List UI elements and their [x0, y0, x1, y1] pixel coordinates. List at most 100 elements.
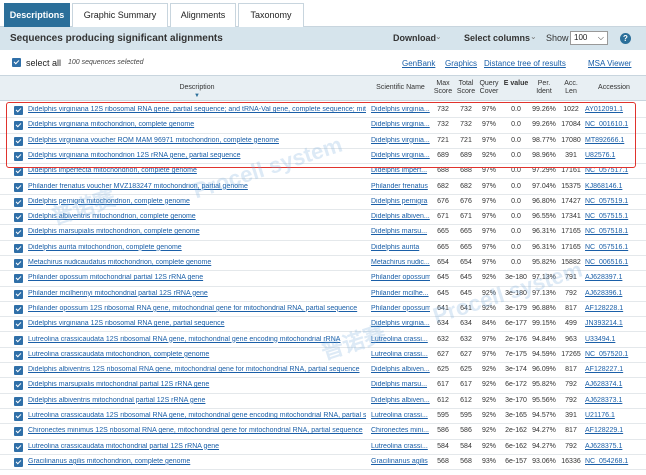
row-scientific-name-link[interactable]: Metachirus nudic...: [371, 259, 430, 266]
row-description-link[interactable]: Philander opossum mitochondrial partial …: [28, 274, 366, 281]
row-scientific-name-link[interactable]: Lutreolina crassi...: [371, 443, 430, 450]
distance-tree-link[interactable]: Distance tree of results: [484, 59, 566, 68]
row-description-link[interactable]: Philander frenatus voucher MVZ183247 mit…: [28, 183, 366, 190]
row-scientific-name-link[interactable]: Didelphis virginia...: [371, 320, 430, 327]
row-description-link[interactable]: Didelphis virginiana 12S ribosomal RNA g…: [28, 320, 366, 327]
row-scientific-name-link[interactable]: Didelphis albiven...: [371, 397, 430, 404]
graphics-link[interactable]: Graphics: [445, 59, 477, 68]
row-scientific-name-link[interactable]: Philander mcilhe...: [371, 290, 430, 297]
row-description-link[interactable]: Didelphis albiventris 12S ribosomal RNA …: [28, 366, 366, 373]
row-accession-link[interactable]: NC_057520.1: [585, 351, 643, 358]
row-checkbox[interactable]: [14, 320, 23, 330]
row-scientific-name-link[interactable]: Philander opossum: [371, 305, 430, 312]
row-checkbox[interactable]: [14, 259, 23, 268]
row-scientific-name-link[interactable]: Philander frenatus: [371, 183, 430, 190]
row-checkbox[interactable]: [14, 213, 23, 223]
row-description-link[interactable]: Metachirus nudicaudatus mitochondrion, c…: [28, 259, 366, 266]
row-description-link[interactable]: Didelphis marsupialis mitochondrial part…: [28, 381, 366, 388]
row-scientific-name-link[interactable]: Didelphis imperf...: [371, 167, 430, 174]
row-scientific-name-link[interactable]: Didelphis albiven...: [371, 213, 430, 220]
row-checkbox[interactable]: [14, 182, 23, 192]
row-checkbox[interactable]: [14, 197, 23, 207]
row-scientific-name-link[interactable]: Didelphis marsu...: [371, 381, 430, 388]
tab-descriptions[interactable]: Descriptions: [4, 3, 70, 27]
row-description-link[interactable]: Lutreolina crassicaudata 12S ribosomal R…: [28, 412, 366, 419]
row-checkbox[interactable]: [14, 243, 23, 253]
row-checkbox[interactable]: [14, 381, 23, 391]
row-description-link[interactable]: Chironectes minimus 12S ribosomal RNA ge…: [28, 427, 366, 434]
col-accession[interactable]: Accession: [585, 84, 643, 92]
row-accession-link[interactable]: AJ628397.1: [585, 274, 643, 281]
row-accession-link[interactable]: NC_057517.1: [585, 167, 643, 174]
row-checkbox[interactable]: [14, 396, 23, 406]
col-per-ident[interactable]: Per. Ident: [531, 80, 557, 96]
row-description-link[interactable]: Didelphis imperfecta mitochondrion, comp…: [28, 167, 366, 174]
row-accession-link[interactable]: NC_057516.1: [585, 244, 643, 251]
row-accession-link[interactable]: NC_057518.1: [585, 228, 643, 235]
col-total-score[interactable]: Total Score: [455, 80, 477, 96]
row-accession-link[interactable]: AJ628375.1: [585, 443, 643, 450]
row-checkbox[interactable]: [14, 335, 23, 345]
row-checkbox[interactable]: [14, 228, 23, 238]
row-accession-link[interactable]: NC_057519.1: [585, 198, 643, 205]
col-scientific-name[interactable]: Scientific Name: [371, 84, 430, 92]
row-scientific-name-link[interactable]: Lutreolina crassi...: [371, 412, 430, 419]
col-description[interactable]: Description ▼: [28, 84, 366, 100]
row-checkbox[interactable]: [14, 304, 23, 314]
row-accession-link[interactable]: AF128229.1: [585, 427, 643, 434]
row-description-link[interactable]: Philander mcilhennyi mitochondrial parti…: [28, 290, 366, 297]
row-description-link[interactable]: Didelphis marsupialis mitochondrion, com…: [28, 228, 366, 235]
help-icon[interactable]: ?: [620, 33, 631, 44]
row-description-link[interactable]: Lutreolina crassicaudata mitochondrion, …: [28, 351, 366, 358]
row-scientific-name-link[interactable]: Lutreolina crassi...: [371, 351, 430, 358]
show-count-select[interactable]: 100 ⌵: [570, 31, 608, 45]
row-checkbox[interactable]: [14, 457, 23, 467]
tab-taxonomy[interactable]: Taxonomy: [238, 3, 304, 27]
row-description-link[interactable]: Gracilinanus agilis mitochondrion, compl…: [28, 458, 366, 465]
row-checkbox[interactable]: [14, 442, 23, 452]
row-accession-link[interactable]: KJ868146.1: [585, 183, 643, 190]
row-checkbox[interactable]: [14, 274, 23, 284]
tab-alignments[interactable]: Alignments: [170, 3, 236, 27]
row-checkbox[interactable]: [14, 289, 23, 299]
row-checkbox[interactable]: [14, 167, 23, 177]
select-all-checkbox[interactable]: [12, 58, 21, 67]
row-scientific-name-link[interactable]: Didelphis marsu...: [371, 228, 430, 235]
row-description-link[interactable]: Philander opossum 12S ribosomal RNA gene…: [28, 305, 366, 312]
row-scientific-name-link[interactable]: Didelphis aurita: [371, 244, 430, 251]
row-scientific-name-link[interactable]: Didelphis pernigra: [371, 198, 430, 205]
row-scientific-name-link[interactable]: Philander opossum: [371, 274, 430, 281]
row-accession-link[interactable]: NC_057515.1: [585, 213, 643, 220]
row-accession-link[interactable]: U21176.1: [585, 412, 643, 419]
row-checkbox[interactable]: [14, 412, 23, 421]
row-description-link[interactable]: Lutreolina crassicaudata mitochondrial p…: [28, 443, 366, 450]
row-accession-link[interactable]: AJ628373.1: [585, 397, 643, 404]
row-accession-link[interactable]: NC_054268.1: [585, 458, 643, 465]
select-columns-button[interactable]: Select columns: [464, 33, 530, 43]
col-e-value[interactable]: E value: [502, 80, 530, 88]
col-acc-len[interactable]: Acc. Len: [559, 80, 583, 96]
msa-viewer-link[interactable]: MSA Viewer: [588, 59, 631, 68]
row-checkbox[interactable]: [14, 427, 23, 437]
genbank-link[interactable]: GenBank: [402, 59, 435, 68]
row-description-link[interactable]: Lutreolina crassicaudata 12S ribosomal R…: [28, 336, 366, 343]
row-checkbox[interactable]: [14, 350, 23, 360]
row-accession-link[interactable]: U33494.1: [585, 336, 643, 343]
col-max-score[interactable]: Max Score: [432, 80, 454, 96]
row-description-link[interactable]: Didelphis pernigra mitochondrion, comple…: [28, 198, 366, 205]
row-accession-link[interactable]: AJ628396.1: [585, 290, 643, 297]
row-checkbox[interactable]: [14, 366, 23, 376]
row-accession-link[interactable]: NC_006516.1: [585, 259, 643, 266]
row-accession-link[interactable]: AF128227.1: [585, 366, 643, 373]
download-button[interactable]: Download: [393, 33, 436, 43]
row-scientific-name-link[interactable]: Chironectes mini...: [371, 427, 430, 434]
row-accession-link[interactable]: AF128228.1: [585, 305, 643, 312]
tab-graphic-summary[interactable]: Graphic Summary: [72, 3, 168, 27]
row-scientific-name-link[interactable]: Lutreolina crassi...: [371, 336, 430, 343]
row-description-link[interactable]: Didelphis albiventris mitochondrion, com…: [28, 213, 366, 220]
row-accession-link[interactable]: JN393214.1: [585, 320, 643, 327]
row-scientific-name-link[interactable]: Gracilinanus agilis: [371, 458, 430, 465]
row-accession-link[interactable]: AJ628374.1: [585, 381, 643, 388]
row-scientific-name-link[interactable]: Didelphis albiven...: [371, 366, 430, 373]
row-description-link[interactable]: Didelphis aurita mitochondrion, complete…: [28, 244, 366, 251]
